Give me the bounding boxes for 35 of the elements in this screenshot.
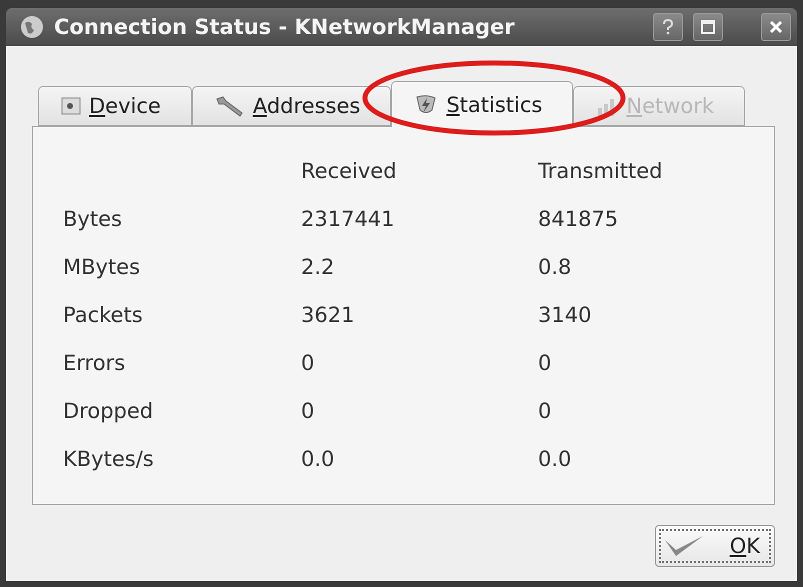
help-button[interactable] xyxy=(653,13,683,41)
row-label: MBytes xyxy=(63,255,140,279)
table-cell: 0.0 xyxy=(301,447,334,471)
column-header: Transmitted xyxy=(538,159,663,183)
row-label: Bytes xyxy=(63,207,122,231)
table-cell: 2317441 xyxy=(301,207,395,231)
lightning-shield-icon xyxy=(414,94,438,116)
table-cell: 3621 xyxy=(301,303,354,327)
table-cell: 0.0 xyxy=(538,447,572,471)
maximize-icon xyxy=(701,20,715,34)
ok-button[interactable]: OK xyxy=(655,525,775,567)
table-cell: 841875 xyxy=(538,207,618,231)
close-icon xyxy=(769,20,783,34)
device-icon xyxy=(61,96,81,116)
tab[interactable]: Addresses xyxy=(192,86,392,126)
table-cell: 0 xyxy=(301,399,314,423)
tab[interactable]: Statistics xyxy=(391,81,574,127)
wrench-icon xyxy=(214,95,245,117)
table-cell: 0.8 xyxy=(538,255,572,279)
row-label: Dropped xyxy=(63,399,154,423)
maximize-button[interactable] xyxy=(693,13,723,41)
table-cell: 0 xyxy=(538,399,552,423)
table-cell: 2.2 xyxy=(301,255,334,279)
close-button[interactable] xyxy=(761,13,791,41)
tab[interactable]: Device xyxy=(38,86,192,126)
table-cell: 0 xyxy=(538,351,552,375)
row-label: Packets xyxy=(63,303,143,327)
table-cell: 0 xyxy=(301,351,314,375)
window-title: Connection Status - KNetworkManager xyxy=(54,15,516,39)
column-header: Received xyxy=(301,159,397,183)
row-label: Errors xyxy=(63,351,126,375)
question-icon xyxy=(662,19,674,35)
row-label: KBytes/s xyxy=(63,447,154,471)
checkmark-icon xyxy=(664,534,704,558)
table-cell: 3140 xyxy=(538,303,592,327)
